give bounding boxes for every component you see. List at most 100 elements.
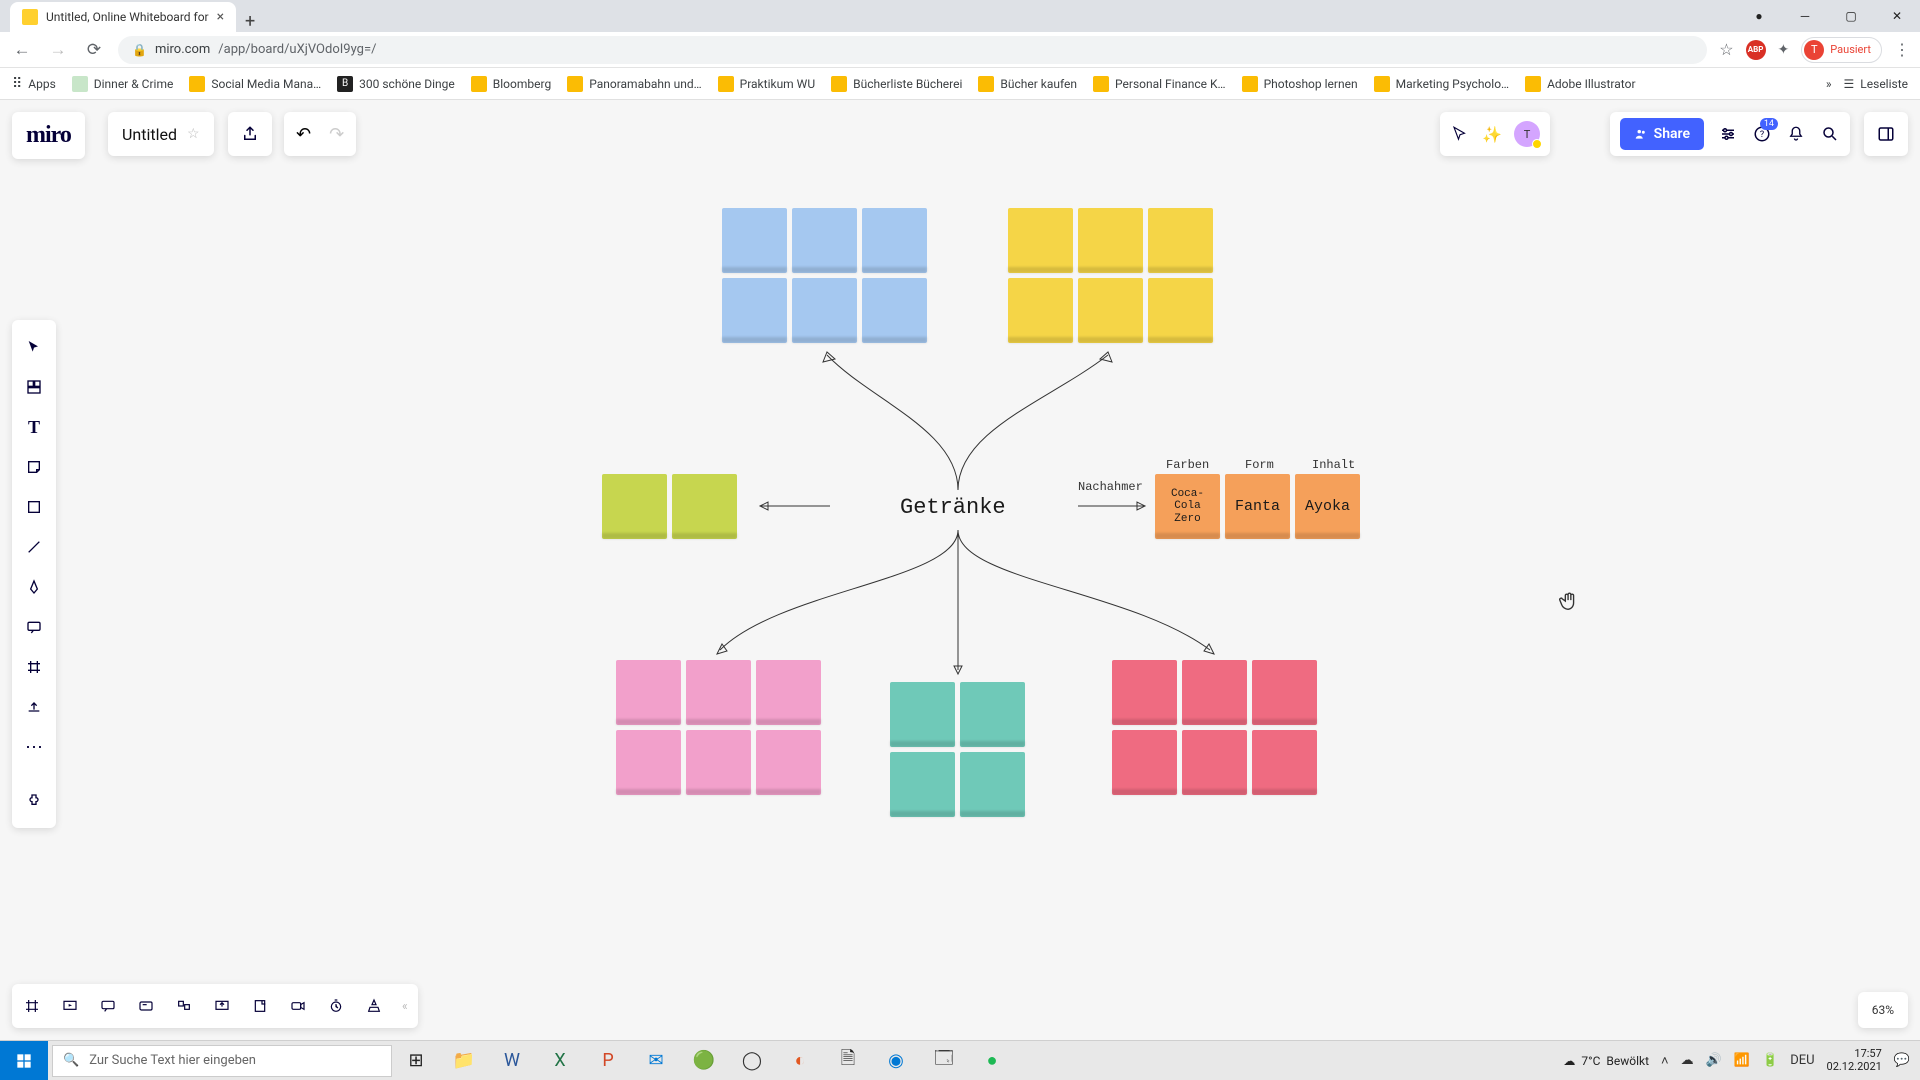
sticky-note[interactable] [1112, 660, 1177, 725]
sticky-note[interactable] [686, 660, 751, 725]
sticky-note[interactable] [1148, 208, 1213, 273]
sticky-note[interactable] [960, 752, 1025, 817]
battery-icon[interactable]: 🔋 [1762, 1053, 1778, 1068]
volume-icon[interactable]: 🔊 [1706, 1053, 1722, 1068]
account-dot-icon[interactable]: ● [1736, 0, 1782, 32]
minimize-icon[interactable]: ─ [1782, 0, 1828, 32]
bookmark-item[interactable]: Bücher kaufen [978, 76, 1077, 92]
sticky-note[interactable] [1078, 208, 1143, 273]
onedrive-icon[interactable]: ☁ [1681, 1053, 1694, 1068]
sticky-note[interactable] [602, 474, 667, 539]
mail-icon[interactable]: ✉ [632, 1041, 680, 1080]
sticky-note[interactable] [1008, 278, 1073, 343]
window-controls: ● ─ ▢ ✕ [1736, 0, 1920, 32]
sticky-note[interactable] [756, 660, 821, 725]
bookmark-item[interactable]: Dinner & Crime [72, 76, 174, 92]
sticky-note[interactable] [862, 278, 927, 343]
browser-titlebar: Untitled, Online Whiteboard for × + ● ─ … [0, 0, 1920, 32]
sticky-note[interactable]: Fanta [1225, 474, 1290, 539]
windows-taskbar: 🔍 Zur Suche Text hier eingeben ⊞ 📁 W X P… [0, 1040, 1920, 1080]
bookmark-item[interactable]: Bücherliste Bücherei [831, 76, 962, 92]
sticky-note[interactable] [1182, 730, 1247, 795]
opera-icon[interactable]: ◯ [728, 1041, 776, 1080]
chrome-icon[interactable]: 🟢 [680, 1041, 728, 1080]
back-icon[interactable]: ← [10, 38, 34, 62]
weather-widget[interactable]: ☁ 7°C Bewölkt [1563, 1054, 1649, 1068]
apps-shortcut[interactable]: ⠿Apps [12, 76, 56, 92]
bookmarks-bar: ⠿Apps Dinner & Crime Social Media Mana… … [0, 68, 1920, 100]
url-field[interactable]: 🔒 miro.com/app/board/uXjVOdoI9yg=/ [118, 36, 1707, 64]
excel-icon[interactable]: X [536, 1041, 584, 1080]
app-icon[interactable]: 🗔 [920, 1041, 968, 1080]
sticky-note[interactable] [960, 682, 1025, 747]
bookmarks-overflow-icon[interactable]: » [1826, 77, 1832, 91]
profile-avatar-icon: T [1804, 40, 1824, 60]
connectors-layer [0, 100, 1920, 1040]
sticky-note[interactable] [890, 752, 955, 817]
clock[interactable]: 17:57 02.12.2021 [1827, 1048, 1882, 1072]
connector-label: Nachahmer [1078, 480, 1143, 494]
sticky-note[interactable] [722, 208, 787, 273]
sticky-note[interactable] [1182, 660, 1247, 725]
chrome-menu-icon[interactable]: ⋮ [1894, 40, 1910, 59]
start-button[interactable] [0, 1041, 48, 1080]
canvas[interactable]: Farben Form Inhalt Coca-Cola Zero Fanta … [0, 100, 1920, 1040]
sticky-note[interactable] [756, 730, 821, 795]
sticky-note[interactable]: Ayoka [1295, 474, 1360, 539]
reload-icon[interactable]: ⟳ [82, 38, 106, 62]
sticky-note[interactable] [1112, 730, 1177, 795]
extensions-icon[interactable]: ✦ [1778, 42, 1790, 58]
sticky-note[interactable] [616, 730, 681, 795]
new-tab-button[interactable]: + [236, 11, 264, 32]
center-topic[interactable]: Getränke [900, 495, 1006, 520]
sticky-note[interactable] [792, 208, 857, 273]
bookmark-item[interactable]: Bloomberg [471, 76, 551, 92]
abp-extension-icon[interactable]: ABP [1746, 40, 1766, 60]
sticky-note[interactable] [862, 208, 927, 273]
miro-app: miro Untitled ☆ ↶ ↷ ✨ T Share ? 14 [0, 100, 1920, 1040]
column-label: Farben [1166, 458, 1209, 472]
url-path: /app/board/uXjVOdoI9yg=/ [218, 42, 376, 57]
reading-list-button[interactable]: ☰Leseliste [1844, 77, 1908, 91]
star-icon[interactable]: ☆ [1719, 40, 1733, 59]
bookmark-item[interactable]: B300 schöne Dinge [337, 76, 455, 92]
sticky-note[interactable] [1148, 278, 1213, 343]
app-icon[interactable]: 🗎 [824, 1041, 872, 1080]
close-window-icon[interactable]: ✕ [1874, 0, 1920, 32]
file-explorer-icon[interactable]: 📁 [440, 1041, 488, 1080]
word-icon[interactable]: W [488, 1041, 536, 1080]
bookmark-item[interactable]: Adobe Illustrator [1525, 76, 1635, 92]
sticky-note[interactable] [1252, 660, 1317, 725]
sticky-note[interactable] [1252, 730, 1317, 795]
app-icon[interactable]: ◐ [776, 1041, 824, 1080]
powerpoint-icon[interactable]: P [584, 1041, 632, 1080]
tray-chevron-icon[interactable]: ˄ [1661, 1053, 1669, 1069]
browser-tab[interactable]: Untitled, Online Whiteboard for × [10, 2, 236, 32]
sticky-note[interactable] [1078, 278, 1143, 343]
profile-chip[interactable]: T Pausiert [1801, 37, 1882, 63]
notifications-icon[interactable]: 💬 [1894, 1053, 1910, 1068]
close-tab-icon[interactable]: × [217, 9, 224, 25]
sticky-note[interactable] [722, 278, 787, 343]
bookmark-item[interactable]: Panoramabahn und… [567, 76, 701, 92]
bookmark-item[interactable]: Marketing Psycholo… [1374, 76, 1509, 92]
bookmark-item[interactable]: Photoshop lernen [1242, 76, 1358, 92]
bookmark-item[interactable]: Personal Finance K… [1093, 76, 1226, 92]
language-indicator[interactable]: DEU [1790, 1053, 1814, 1068]
taskbar-search[interactable]: 🔍 Zur Suche Text hier eingeben [52, 1045, 392, 1077]
sticky-note[interactable] [1008, 208, 1073, 273]
bookmark-item[interactable]: Praktikum WU [718, 76, 815, 92]
tab-title: Untitled, Online Whiteboard for [46, 10, 209, 24]
sticky-note[interactable] [792, 278, 857, 343]
spotify-icon[interactable]: ● [968, 1041, 1016, 1080]
sticky-note[interactable] [672, 474, 737, 539]
bookmark-item[interactable]: Social Media Mana… [189, 76, 321, 92]
task-view-icon[interactable]: ⊞ [392, 1041, 440, 1080]
sticky-note[interactable] [616, 660, 681, 725]
wifi-icon[interactable]: 📶 [1734, 1053, 1750, 1068]
sticky-note[interactable] [686, 730, 751, 795]
sticky-note[interactable]: Coca-Cola Zero [1155, 474, 1220, 539]
sticky-note[interactable] [890, 682, 955, 747]
edge-icon[interactable]: ◉ [872, 1041, 920, 1080]
maximize-icon[interactable]: ▢ [1828, 0, 1874, 32]
